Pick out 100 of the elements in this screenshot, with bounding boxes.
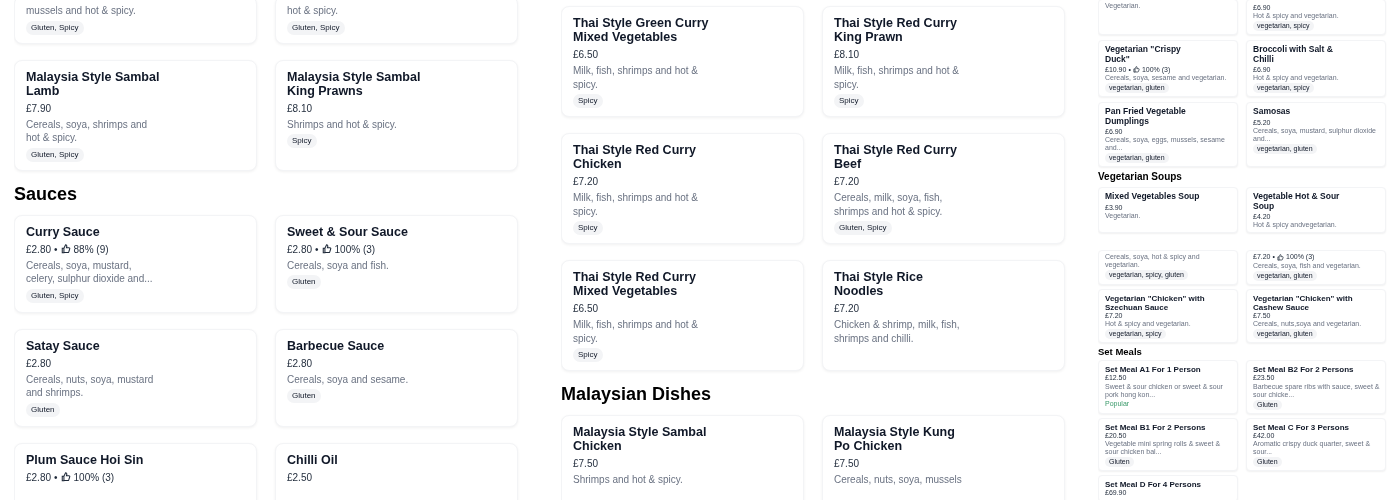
dish-name: Thai Style Rice Noodles [834, 270, 924, 298]
dish-name: Barbecue Sauce [287, 338, 386, 353]
dish-name: Curry Sauce [26, 224, 101, 239]
dish-card[interactable]: Barbecue Sauce £2.80 Cereals, soya and sesame. Gluten [275, 328, 518, 427]
dietary-tag: Gluten, Spicy [834, 221, 892, 235]
dish-name: Thai Style Red Curry Mixed Vegetables [573, 270, 697, 298]
dish-card[interactable]: Malaysia Style Sambal Lamb £7.90 Cereals, soya, shrimps and hot & spicy. Gluten, Spicy [14, 59, 257, 171]
dish-name: Samosas [1253, 107, 1292, 117]
dish-description: Cereals, soya and sesame. [287, 372, 410, 386]
dish-card[interactable]: Thai Style Green Curry Mixed Vegetables £6.50 Milk, fish, shrimps and hot & spicy. Spicy [561, 6, 804, 117]
dietary-tag: Gluten [287, 275, 321, 289]
dish-name: Set Meal C For 3 Persons [1253, 422, 1351, 432]
dish-name: Sweet & Sour Sauce [287, 224, 409, 239]
dish-name: Malaysia Style Sambal Lamb [26, 69, 161, 98]
section-heading: Malaysian Dishes [561, 383, 713, 405]
section-heading: Vegetarian Soups [1098, 171, 1183, 183]
dish-card[interactable]: Malaysia Style Sambal Chicken £7.50 Shrimps and hot & spicy. [561, 415, 804, 500]
dietary-tag: Spicy [287, 134, 317, 148]
dish-card[interactable]: Sweet & Sour Sauce £2.80 • 100% (3) Cereals, soya and fish. Gluten [275, 214, 518, 313]
dish-price: £8.10 [287, 101, 313, 115]
dish-description: Milk, fish, shrimps and hot & spicy. [573, 318, 700, 345]
dish-name: Malaysia Style Kung Po Chicken [834, 425, 956, 453]
dish-name: Chilli Oil [287, 452, 339, 467]
dietary-tag: Gluten, Spicy [26, 20, 84, 35]
dish-card[interactable]: Thai Style Red Curry Mixed Vegetables £6.50 Milk, fish, shrimps and hot & spicy. Spicy [561, 260, 804, 371]
dish-name: Thai Style Red Curry Beef [834, 143, 958, 171]
dish-card[interactable]: Thai Style Rice Noodles £7.20 Chicken & shrimp, milk, fish, shrimps and chilli. [822, 260, 1065, 371]
dish-description: Shrimps and hot & spicy. [573, 473, 684, 487]
dish-rating: 100% (3) [334, 242, 376, 256]
dish-name: Malaysia Style Sambal Chicken [573, 425, 708, 453]
dish-price: £2.80 [287, 356, 313, 370]
dish-name: Thai Style Red Curry King Prawn [834, 16, 958, 44]
dish-description: Cereals, milk, soya, fish, shrimps and hot & spicy. [834, 191, 944, 218]
dish-description: Milk, fish, shrimps and hot & spicy. [573, 64, 700, 91]
dish-description: Chicken & shrimp, milk, fish, shrimps and chilli. [834, 318, 961, 345]
dietary-tag: Gluten [26, 402, 60, 417]
dish-price: £7.50 [573, 457, 599, 470]
dish-name: Vegetable Hot & Sour Soup [1253, 192, 1341, 211]
dish-name: Pan Fried Vegetable Dumplings [1105, 107, 1187, 126]
dish-card[interactable]: mussels and hot & spicy. Gluten, Spicy [14, 0, 257, 44]
dish-name: Plum Sauce Hoi Sin [26, 452, 145, 467]
dish-card[interactable]: Satay Sauce £2.80 Cereals, nuts, soya, mustard and shrimps. Gluten [14, 328, 257, 427]
dish-card[interactable]: Malaysia Style Sambal King Prawns £8.10 Shrimps and hot & spicy. Spicy [275, 59, 518, 171]
thumbs-up-icon [1277, 253, 1284, 261]
dish-rating: 100% (3) [73, 470, 115, 484]
dietary-tag: Spicy [573, 221, 603, 235]
dish-price: £2.80 [26, 242, 52, 256]
dish-name: Mixed Vegetables Soup [1105, 192, 1200, 202]
dish-card[interactable]: hot & spicy. Gluten, Spicy [275, 0, 518, 44]
dish-description: Shrimps and hot & spicy. [287, 117, 398, 131]
section-heading: Sauces [14, 182, 79, 205]
dish-description: mussels and hot & spicy. [26, 4, 137, 18]
dish-name: Set Meal D For 4 Persons [1105, 480, 1203, 489]
dish-card[interactable]: Curry Sauce £2.80 • 88% (9) Cereals, soya, mustard, celery, sulphur dioxide and... Gluten, Spicy [14, 214, 257, 313]
dish-name: Vegetarian "Crispy Duck" [1105, 45, 1182, 64]
dish-price: £2.50 [287, 470, 313, 484]
dish-name: Vegetarian "Chicken" with Cashew Sauce [1253, 293, 1354, 312]
dish-rating: 88% (9) [73, 242, 109, 256]
dietary-tag: Gluten, Spicy [26, 147, 84, 162]
dish-price: £7.20 [834, 175, 860, 188]
dish-price: £8.10 [834, 48, 860, 61]
dish-name: Thai Style Red Curry Chicken [573, 143, 697, 171]
dish-name: Satay Sauce [26, 338, 101, 353]
dish-description: Milk, fish, shrimps and hot & spicy. [573, 191, 700, 218]
dish-description: Cereals, soya and fish. [287, 258, 390, 272]
thumbs-up-icon [321, 244, 332, 254]
dish-price: £7.90 [26, 101, 52, 115]
dish-description: Cereals, nuts, soya, mustard and shrimps. [26, 372, 155, 400]
dish-name: Thai Style Green Curry Mixed Vegetables [573, 16, 710, 44]
thumbs-up-icon [1132, 66, 1140, 73]
dish-card[interactable]: Chilli Oil £2.50 [275, 442, 518, 500]
dish-price: £6.50 [573, 302, 599, 315]
dish-card[interactable]: Thai Style Red Curry Chicken £7.20 Milk, fish, shrimps and hot & spicy. Spicy [561, 133, 804, 244]
dish-card[interactable]: Thai Style Red Curry King Prawn £8.10 Milk, fish, shrimps and hot & spicy. Spicy [822, 6, 1065, 117]
dish-name: Set Meal A1 For 1 Person [1105, 365, 1202, 374]
dietary-tag: Spicy [834, 94, 864, 108]
dish-name: Vegetarian "Chicken" with Szechuan Sauce [1105, 293, 1206, 312]
dish-description: Cereals, nuts, soya, mussels [834, 473, 963, 487]
dietary-tag: Spicy [573, 94, 603, 108]
dietary-tag: Gluten, Spicy [26, 288, 84, 303]
dietary-tag: Spicy [573, 348, 603, 362]
dish-price: £7.50 [834, 457, 860, 470]
dish-description: Cereals, soya, mustard, celery, sulphur dioxide and... [26, 258, 154, 286]
dietary-tag: Gluten, Spicy [287, 20, 345, 35]
dish-card[interactable]: Plum Sauce Hoi Sin £2.80 • 100% (3) [14, 442, 257, 500]
dish-name: Malaysia Style Sambal King Prawns [287, 69, 422, 98]
separator-dot: • [54, 470, 58, 484]
dish-price: £2.80 [26, 356, 52, 370]
dietary-tag: Gluten [287, 389, 321, 403]
dish-name: Set Meal B2 For 2 Persons [1253, 365, 1355, 374]
dish-card[interactable]: Malaysia Style Kung Po Chicken £7.50 Cereals, nuts, soya, mussels [822, 415, 1065, 500]
dish-name: Broccoli with Salt & Chilli [1253, 45, 1334, 64]
separator-dot: • [54, 242, 58, 256]
dish-price: £2.80 [26, 470, 52, 484]
thumbs-up-icon [60, 472, 71, 482]
dish-name: Set Meal B1 For 2 Persons [1105, 422, 1207, 432]
dish-price: £6.50 [573, 48, 599, 61]
dish-description: hot & spicy. [287, 4, 339, 18]
dish-card[interactable]: Thai Style Red Curry Beef £7.20 Cereals, milk, soya, fish, shrimps and hot & spicy. Gluten, Spicy [822, 133, 1065, 244]
dish-description: Cereals, soya, shrimps and hot & spicy. [26, 117, 149, 145]
